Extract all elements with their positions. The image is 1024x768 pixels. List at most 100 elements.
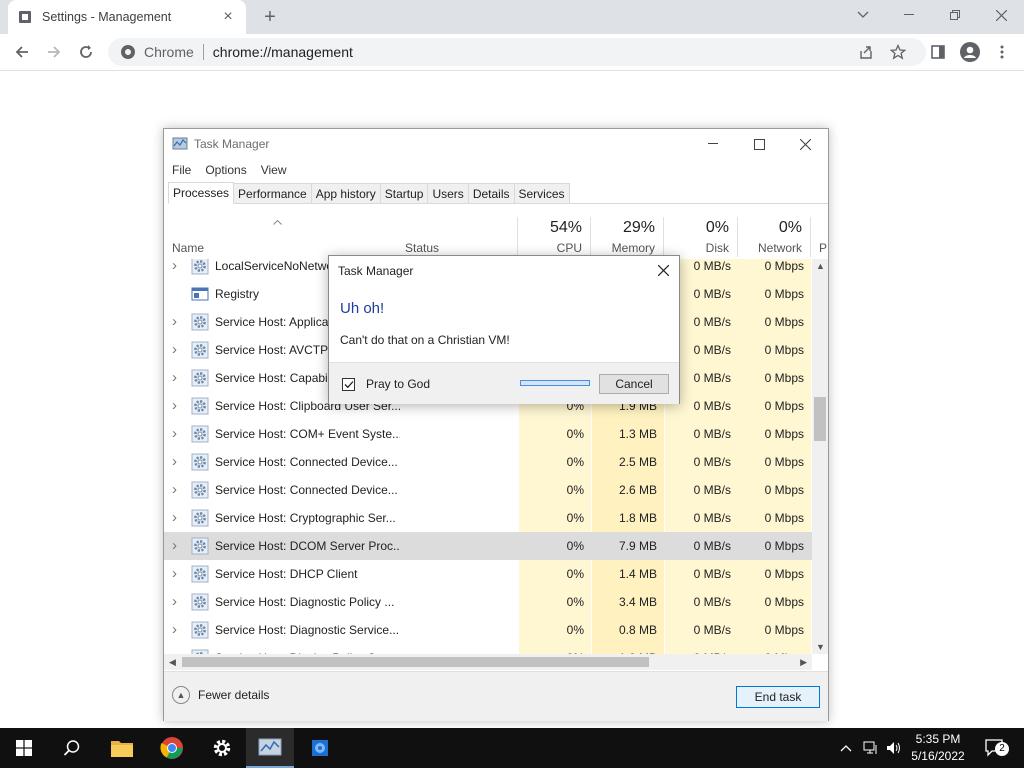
tm-close-button[interactable]	[782, 129, 828, 159]
menu-options[interactable]: Options	[205, 163, 246, 177]
scroll-left-icon[interactable]: ◀	[169, 657, 176, 668]
address-bar[interactable]: Chrome chrome://management	[108, 38, 926, 66]
search-button[interactable]	[48, 728, 96, 768]
column-header-status[interactable]: Status	[399, 217, 518, 257]
search-icon	[63, 740, 80, 756]
memory-total: 29%	[622, 219, 655, 236]
chrome-icon	[160, 737, 183, 759]
clock[interactable]: 5:35 PM 5/16/2022	[902, 731, 974, 765]
table-row[interactable]: › Service Host: COM+ Event Syste... 0% 1.3 …	[164, 420, 812, 448]
new-tab-button[interactable]: +	[258, 6, 282, 28]
tab-processes[interactable]: Processes	[168, 182, 235, 204]
table-row[interactable]: › Service Host: Connected Device... 0% 2.5 …	[164, 448, 812, 476]
expand-chevron-icon[interactable]: ›	[172, 308, 182, 336]
tab-startup[interactable]: Startup	[379, 183, 429, 203]
column-header-cpu[interactable]: 54% CPU	[519, 217, 591, 257]
task-manager-titlebar[interactable]: Task Manager	[164, 129, 828, 159]
network-tray-button[interactable]	[860, 728, 882, 768]
menu-button[interactable]	[988, 38, 1016, 66]
column-header-name[interactable]: Name	[164, 217, 398, 257]
minimize-button[interactable]	[886, 0, 932, 30]
table-row[interactable]: › Service Host: Diagnostic Policy ... 0% 3.…	[164, 588, 812, 616]
end-task-button[interactable]: End task	[736, 686, 820, 708]
fewer-details-button[interactable]: ▲ Fewer details	[172, 686, 269, 704]
table-row[interactable]: › Service Host: DCOM Server Proc... 0% 7.9 …	[164, 532, 812, 560]
column-label-power: P	[819, 241, 828, 255]
expand-chevron-icon[interactable]: ›	[172, 532, 182, 560]
tab-performance[interactable]: Performance	[233, 183, 312, 203]
expand-chevron-icon[interactable]: ›	[172, 560, 182, 588]
column-header-network[interactable]: 0% Network	[738, 217, 811, 257]
task-manager-taskbar-button[interactable]	[246, 728, 294, 768]
expand-chevron-icon[interactable]: ›	[172, 259, 182, 280]
cancel-button[interactable]: Cancel	[599, 374, 669, 394]
tm-minimize-button[interactable]	[690, 129, 736, 159]
horizontal-scroll-thumb[interactable]	[182, 657, 649, 667]
expand-chevron-icon[interactable]: ›	[172, 476, 182, 504]
expand-chevron-icon[interactable]: ›	[172, 364, 182, 392]
expand-chevron-icon[interactable]: ›	[172, 420, 182, 448]
file-explorer-button[interactable]	[98, 728, 146, 768]
column-header-power[interactable]: P	[814, 217, 828, 257]
table-row[interactable]: › Service Host: DHCP Client 0% 1.4 MB 0 MB/s…	[164, 560, 812, 588]
settings-taskbar-button[interactable]	[198, 728, 246, 768]
tab-details[interactable]: Details	[467, 183, 515, 203]
column-header-memory[interactable]: 29% Memory	[592, 217, 664, 257]
menu-view[interactable]: View	[261, 163, 287, 177]
expand-chevron-icon	[172, 280, 182, 308]
scroll-right-icon[interactable]: ▶	[800, 657, 807, 668]
checkbox-label: Pray to God	[366, 377, 431, 391]
tab-app-history[interactable]: App history	[310, 183, 381, 203]
dialog-message: Can't do that on a Christian VM!	[340, 333, 510, 347]
column-header-disk[interactable]: 0% Disk	[665, 217, 738, 257]
notifications-button[interactable]: 2	[980, 728, 1010, 768]
table-row[interactable]: › Service Host: Display Policy Serv... 0%1…	[164, 644, 812, 654]
scroll-down-icon[interactable]: ▼	[816, 642, 825, 652]
horizontal-scrollbar[interactable]: ◀ ▶	[164, 654, 812, 670]
dialog-close-icon[interactable]	[655, 262, 671, 278]
tab-users[interactable]: Users	[427, 183, 469, 203]
clock-date: 5/16/2022	[911, 749, 965, 763]
side-panel-button[interactable]	[924, 38, 952, 66]
table-row[interactable]: › Service Host: Diagnostic Service... 0% 0.…	[164, 616, 812, 644]
expand-chevron-icon[interactable]: ›	[172, 448, 182, 476]
browser-tab[interactable]: Settings - Management ×	[8, 0, 246, 34]
bookmark-button[interactable]	[884, 38, 912, 66]
reload-button[interactable]	[72, 38, 100, 66]
tab-search-button[interactable]	[840, 0, 886, 30]
checkmark-icon[interactable]	[342, 377, 355, 391]
menu-file[interactable]: File	[172, 163, 191, 177]
start-button[interactable]	[0, 728, 48, 768]
table-row[interactable]: › Service Host: Cryptographic Ser... 0% 1.8…	[164, 504, 812, 532]
expand-chevron-icon[interactable]: ›	[172, 504, 182, 532]
expand-chevron-icon[interactable]: ›	[172, 392, 182, 420]
vertical-scroll-thumb[interactable]	[814, 397, 826, 441]
share-button[interactable]	[852, 38, 880, 66]
expand-chevron-icon[interactable]: ›	[172, 644, 182, 654]
vertical-scrollbar[interactable]: ▲ ▼	[812, 259, 828, 654]
volume-tray-button[interactable]	[884, 728, 904, 768]
show-hidden-icons-button[interactable]	[836, 728, 856, 768]
expand-chevron-icon[interactable]: ›	[172, 336, 182, 364]
scroll-up-icon[interactable]: ▲	[816, 261, 825, 271]
restore-button[interactable]	[932, 0, 978, 30]
chrome-taskbar-button[interactable]	[148, 728, 196, 768]
table-row[interactable]: › Service Host: Connected Device... 0% 2.6 …	[164, 476, 812, 504]
back-button[interactable]	[8, 38, 36, 66]
tab-services[interactable]: Services	[513, 183, 570, 203]
avatar-icon	[960, 42, 980, 62]
forward-button[interactable]	[40, 38, 68, 66]
expand-chevron-icon[interactable]: ›	[172, 616, 182, 644]
site-chip: Chrome	[144, 44, 194, 60]
pray-checkbox[interactable]: Pray to God	[342, 377, 430, 391]
profile-button[interactable]	[956, 38, 984, 66]
close-window-button[interactable]	[978, 0, 1024, 30]
error-dialog: Task Manager Uh oh! Can't do that on a C…	[328, 255, 680, 404]
notification-count: 2	[995, 742, 1009, 756]
expand-chevron-icon[interactable]: ›	[172, 588, 182, 616]
tab-close-icon[interactable]: ×	[220, 8, 236, 25]
process-name: Service Host: COM+ Event Syste...	[215, 427, 400, 441]
app-taskbar-button[interactable]	[296, 728, 344, 768]
tm-maximize-button[interactable]	[736, 129, 782, 159]
task-manager-icon	[258, 738, 282, 756]
